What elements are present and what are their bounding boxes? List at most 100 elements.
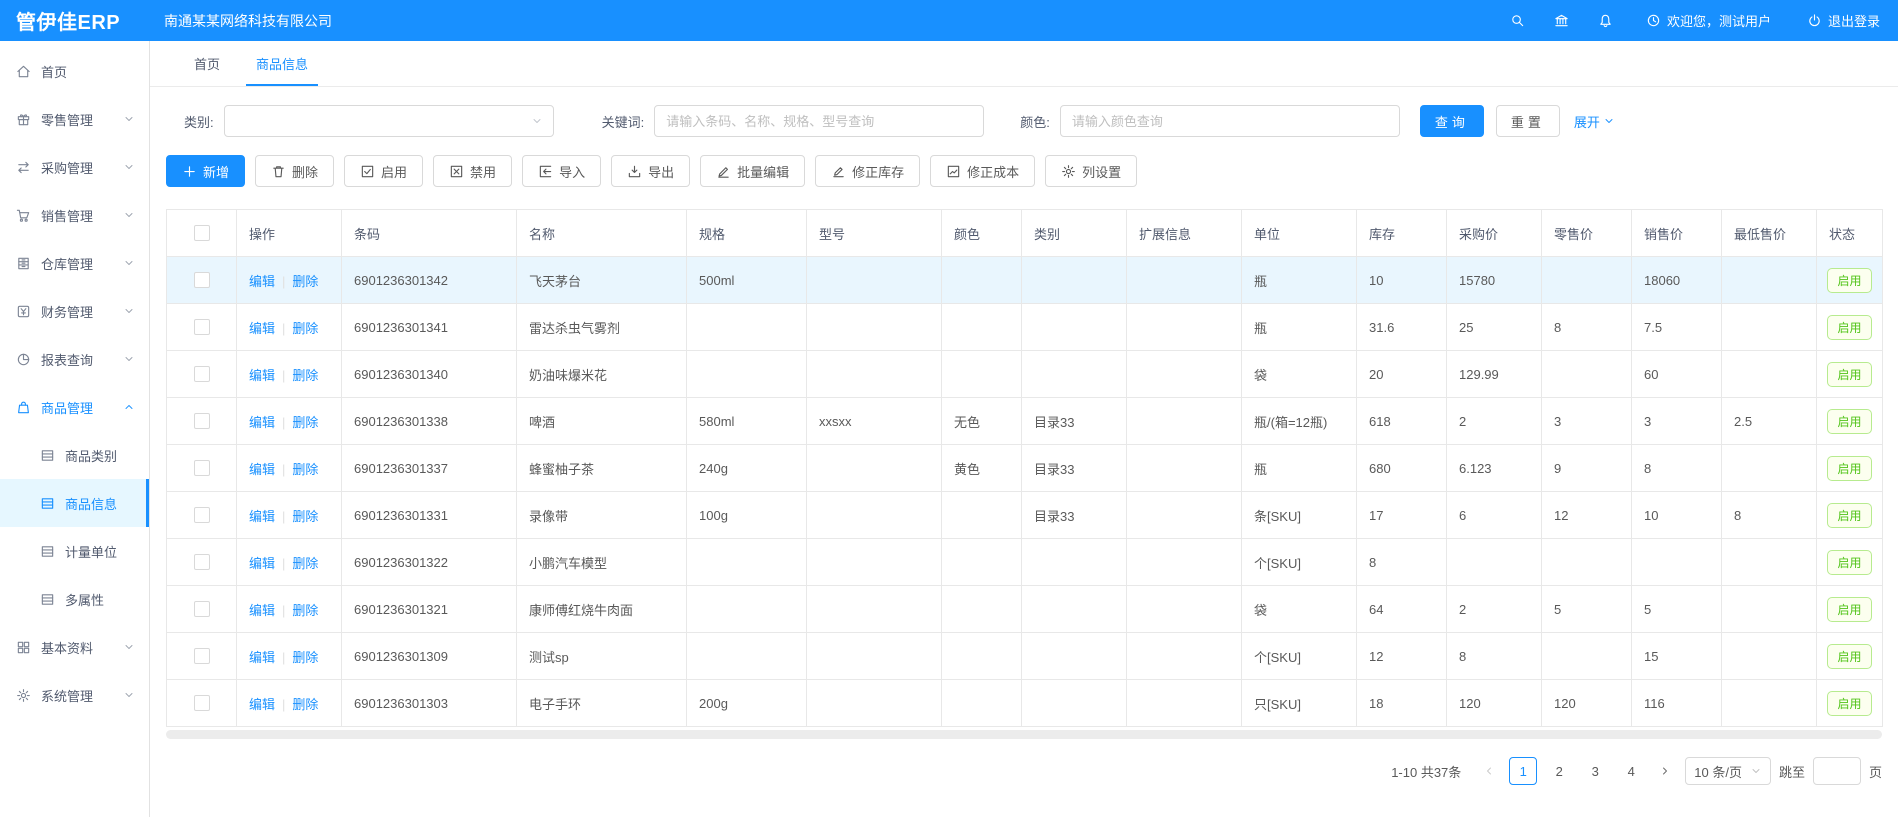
row-checkbox[interactable]	[194, 648, 210, 664]
status-badge[interactable]: 启用	[1827, 456, 1871, 481]
category-select[interactable]	[224, 105, 554, 137]
sidebar-item-multi-attribute[interactable]: 多属性	[0, 575, 149, 623]
edit-link[interactable]: 编辑	[249, 509, 275, 524]
row-checkbox[interactable]	[194, 319, 210, 335]
delete-button[interactable]: 删除	[255, 155, 334, 187]
delete-link[interactable]: 删除	[292, 697, 318, 712]
platform-icon[interactable]	[1540, 13, 1584, 28]
status-badge[interactable]: 启用	[1827, 597, 1871, 622]
edit-link[interactable]: 编辑	[249, 274, 275, 289]
jump-page-input[interactable]	[1813, 757, 1861, 785]
sidebar-item-reports[interactable]: 报表查询	[0, 335, 149, 383]
search-icon[interactable]	[1496, 13, 1540, 28]
user-welcome[interactable]: 欢迎您，测试用户	[1646, 11, 1771, 30]
prev-page-button[interactable]	[1477, 757, 1501, 785]
sidebar-item-home[interactable]: 首页	[0, 47, 149, 95]
logout-button[interactable]: 退出登录	[1807, 11, 1880, 30]
sidebar-item-goods-category[interactable]: 商品类别	[0, 431, 149, 479]
fix-stock-button[interactable]: 修正库存	[815, 155, 920, 187]
delete-link[interactable]: 删除	[292, 603, 318, 618]
status-badge[interactable]: 启用	[1827, 362, 1871, 387]
status-badge[interactable]: 启用	[1827, 644, 1871, 669]
select-all-checkbox[interactable]	[194, 225, 210, 241]
sidebar-item-sales[interactable]: 销售管理	[0, 191, 149, 239]
sidebar-item-system[interactable]: 系统管理	[0, 671, 149, 719]
keyword-input[interactable]	[654, 105, 984, 137]
delete-link[interactable]: 删除	[292, 509, 318, 524]
page-size-select[interactable]: 10 条/页	[1685, 757, 1771, 785]
reset-button[interactable]: 重置	[1496, 105, 1560, 137]
add-button[interactable]: 新增	[166, 155, 245, 187]
row-checkbox[interactable]	[194, 554, 210, 570]
page-button-2[interactable]: 2	[1545, 757, 1573, 785]
next-page-button[interactable]	[1653, 757, 1677, 785]
edit-link[interactable]: 编辑	[249, 556, 275, 571]
cell-stock: 618	[1357, 398, 1447, 445]
company-name: 南通某某网络科技有限公司	[164, 11, 332, 31]
check-square-icon	[360, 164, 375, 179]
sidebar-item-measure-unit[interactable]: 计量单位	[0, 527, 149, 575]
sidebar-item-basic-data[interactable]: 基本资料	[0, 623, 149, 671]
cell-unit: 个[SKU]	[1242, 539, 1357, 586]
cell-spec: 240g	[687, 445, 807, 492]
chevron-down-icon	[1603, 115, 1615, 127]
sidebar-item-goods-info[interactable]: 商品信息	[0, 479, 149, 527]
delete-link[interactable]: 删除	[292, 415, 318, 430]
status-badge[interactable]: 启用	[1827, 409, 1871, 434]
goods-table: 操作 条码 名称 规格 型号 颜色 类别 扩展信息 单位 库存 采购价 零售价	[166, 209, 1882, 739]
enable-button[interactable]: 启用	[344, 155, 423, 187]
delete-link[interactable]: 删除	[292, 368, 318, 383]
row-checkbox[interactable]	[194, 460, 210, 476]
expand-link[interactable]: 展开	[1574, 112, 1615, 131]
import-button[interactable]: 导入	[522, 155, 601, 187]
row-checkbox[interactable]	[194, 507, 210, 523]
search-button[interactable]: 查询	[1420, 105, 1484, 137]
edit-link[interactable]: 编辑	[249, 697, 275, 712]
status-badge[interactable]: 启用	[1827, 503, 1871, 528]
cell-retail-price	[1542, 633, 1632, 680]
delete-link[interactable]: 删除	[292, 462, 318, 477]
row-checkbox[interactable]	[194, 272, 210, 288]
sidebar-item-retail[interactable]: 零售管理	[0, 95, 149, 143]
delete-link[interactable]: 删除	[292, 556, 318, 571]
page-button-1[interactable]: 1	[1509, 757, 1537, 785]
edit-link[interactable]: 编辑	[249, 650, 275, 665]
notification-bell-icon[interactable]	[1584, 13, 1628, 28]
delete-link[interactable]: 删除	[292, 650, 318, 665]
status-badge[interactable]: 启用	[1827, 315, 1871, 340]
sidebar-item-finance[interactable]: 财务管理	[0, 287, 149, 335]
disable-button[interactable]: 禁用	[433, 155, 512, 187]
cell-retail-price: 120	[1542, 680, 1632, 727]
edit-link[interactable]: 编辑	[249, 603, 275, 618]
row-checkbox[interactable]	[194, 695, 210, 711]
page-button-4[interactable]: 4	[1617, 757, 1645, 785]
edit-link[interactable]: 编辑	[249, 321, 275, 336]
batch-edit-button[interactable]: 批量编辑	[700, 155, 805, 187]
status-badge[interactable]: 启用	[1827, 268, 1871, 293]
status-badge[interactable]: 启用	[1827, 550, 1871, 575]
page-button-3[interactable]: 3	[1581, 757, 1609, 785]
row-checkbox[interactable]	[194, 601, 210, 617]
cell-min-price	[1722, 351, 1817, 398]
delete-link[interactable]: 删除	[292, 274, 318, 289]
sidebar-item-warehouse[interactable]: 仓库管理	[0, 239, 149, 287]
cell-min-price	[1722, 586, 1817, 633]
fix-cost-button[interactable]: 修正成本	[930, 155, 1035, 187]
edit-link[interactable]: 编辑	[249, 415, 275, 430]
status-badge[interactable]: 启用	[1827, 691, 1871, 716]
color-input[interactable]	[1060, 105, 1400, 137]
row-checkbox[interactable]	[194, 366, 210, 382]
tab-home[interactable]: 首页	[176, 41, 238, 86]
delete-link[interactable]: 删除	[292, 321, 318, 336]
column-settings-button[interactable]: 列设置	[1045, 155, 1137, 187]
sidebar-item-goods[interactable]: 商品管理	[0, 383, 149, 431]
row-checkbox[interactable]	[194, 413, 210, 429]
sidebar-item-purchase[interactable]: 采购管理	[0, 143, 149, 191]
cell-spec: 200g	[687, 680, 807, 727]
tab-goods-info[interactable]: 商品信息	[238, 41, 326, 86]
edit-link[interactable]: 编辑	[249, 462, 275, 477]
cell-ext-info	[1127, 539, 1242, 586]
export-button[interactable]: 导出	[611, 155, 690, 187]
horizontal-scrollbar[interactable]	[166, 730, 1882, 739]
edit-link[interactable]: 编辑	[249, 368, 275, 383]
